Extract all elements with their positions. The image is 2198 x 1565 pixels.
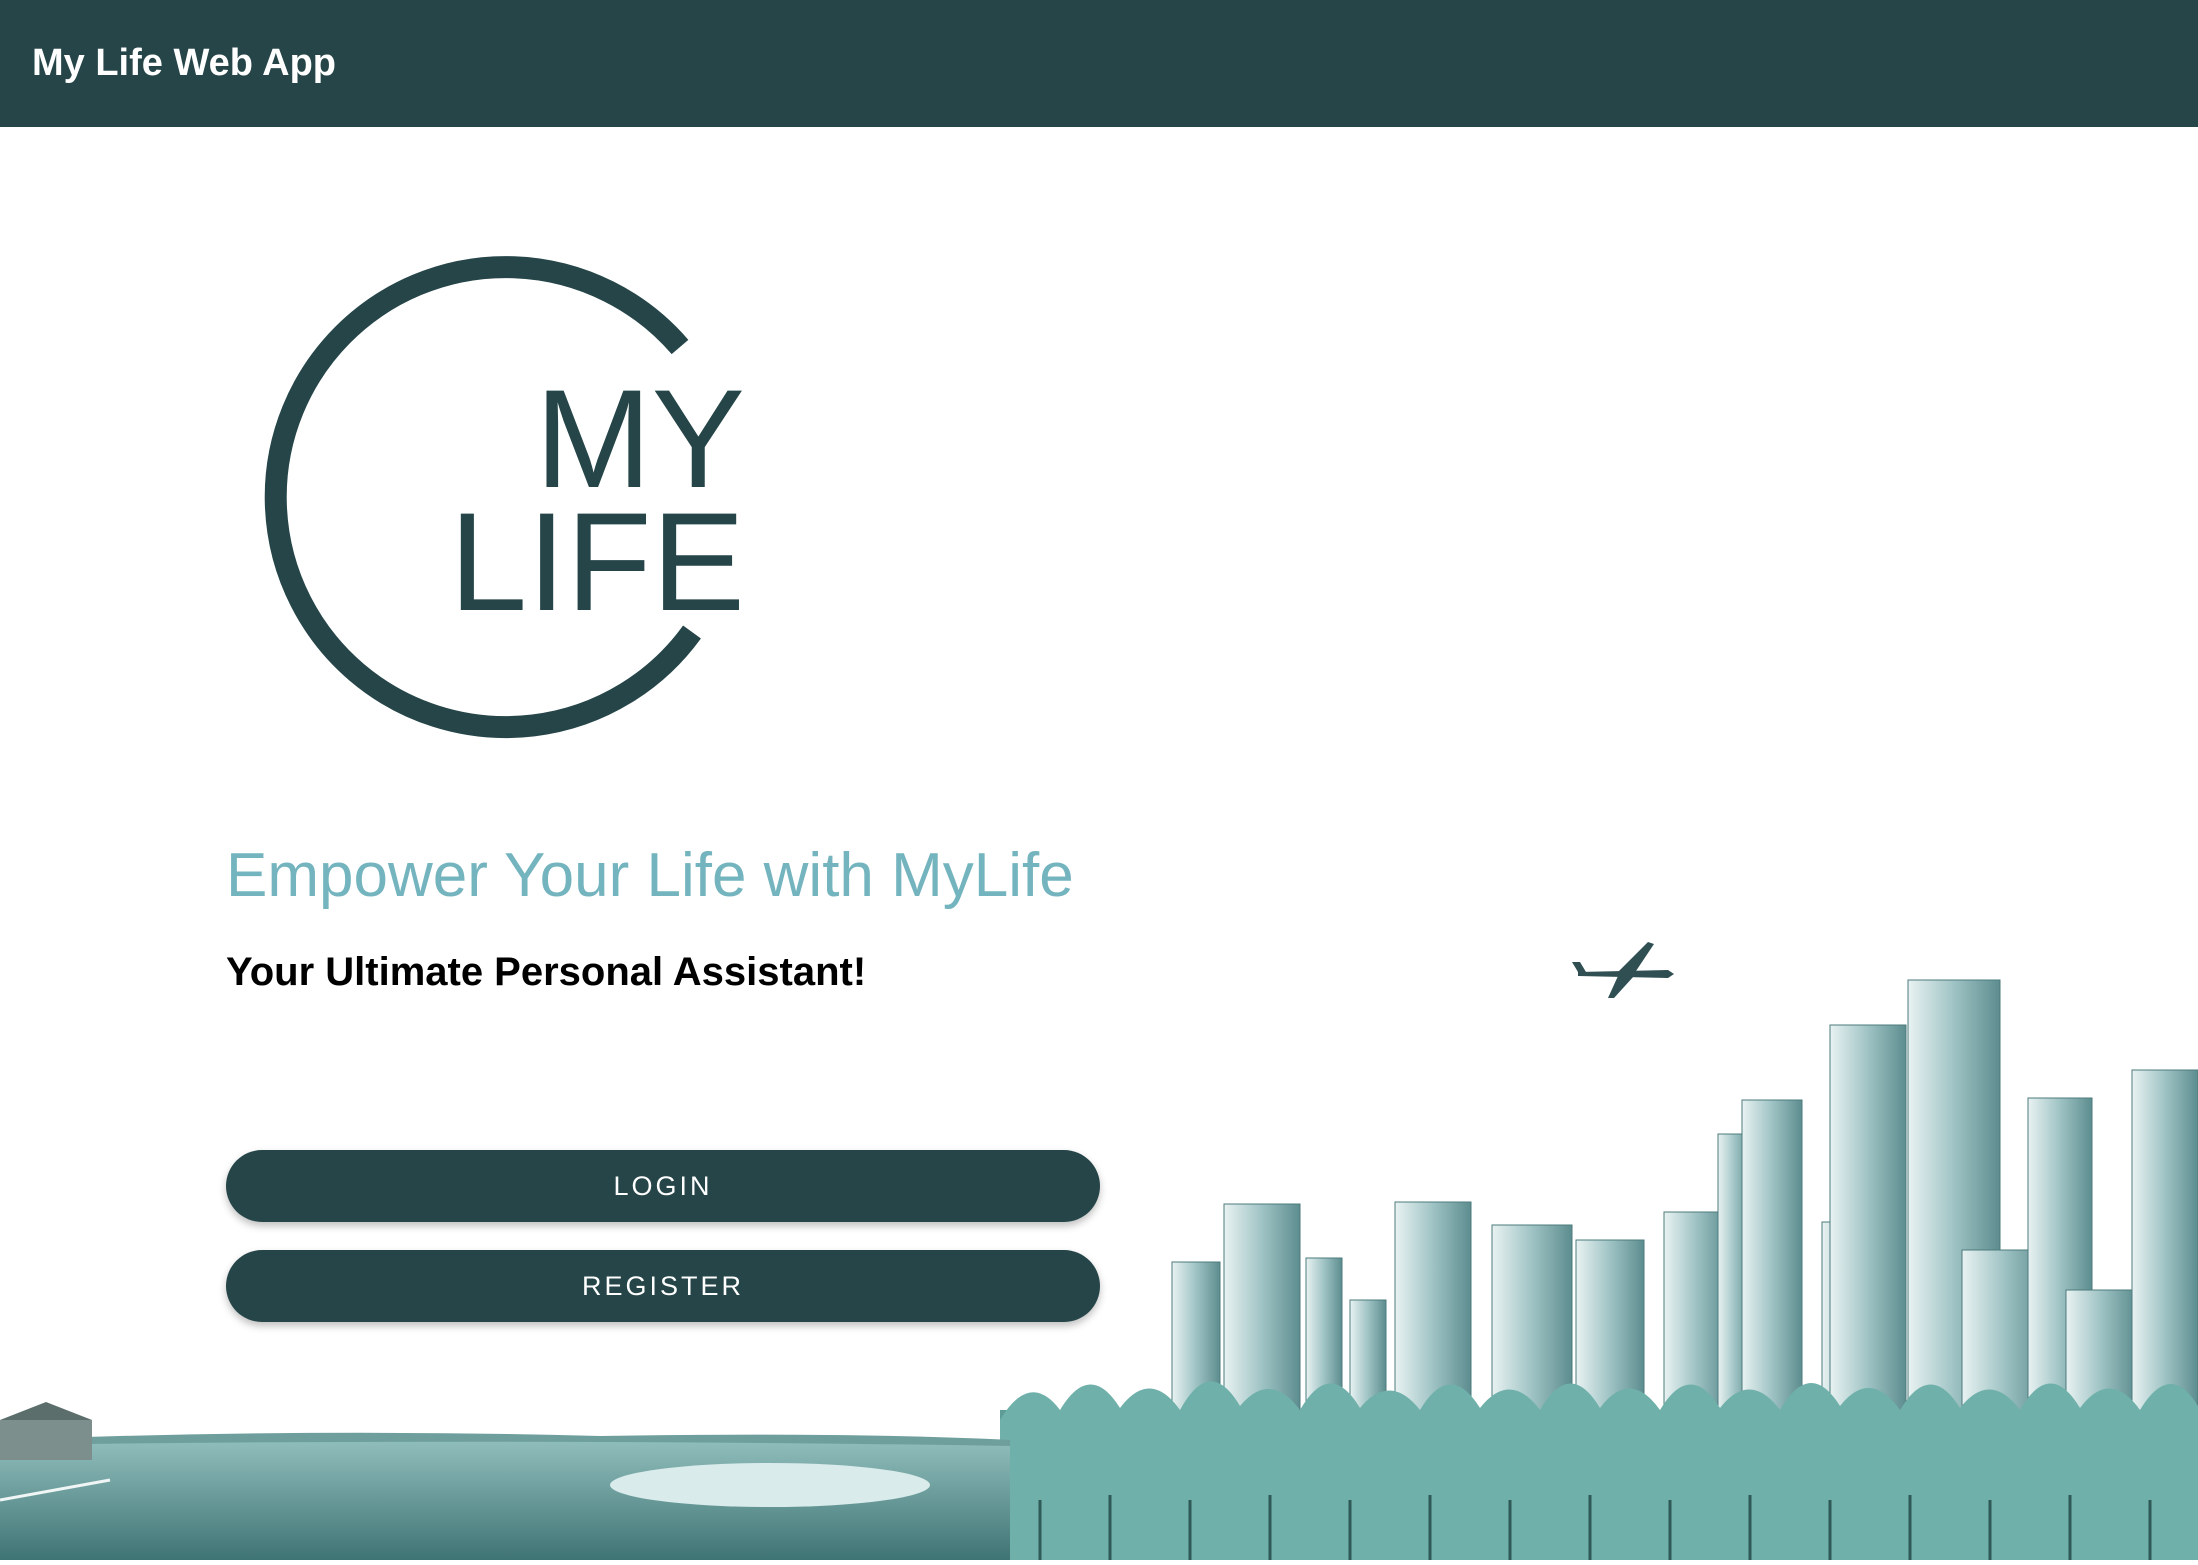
app-title: My Life Web App (32, 42, 336, 84)
city-landscape-illustration (0, 940, 2198, 1560)
skyscrapers (1171, 979, 2198, 1446)
hero-headline: Empower Your Life with MyLife (226, 841, 1074, 910)
airplane-icon (1572, 942, 1674, 998)
mylife-logo-icon: MY LIFE (205, 252, 765, 762)
meadow (0, 1402, 1010, 1560)
logo-text-life: LIFE (449, 483, 745, 640)
app-bar: My Life Web App (0, 0, 2198, 127)
